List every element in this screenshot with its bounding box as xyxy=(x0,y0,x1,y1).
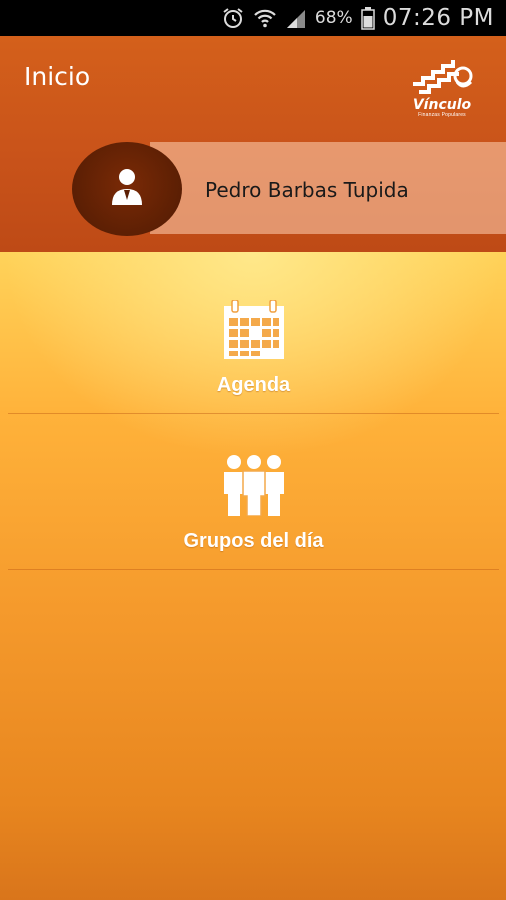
group-icon xyxy=(223,454,285,516)
calendar-icon xyxy=(223,298,285,360)
avatar[interactable] xyxy=(72,142,182,236)
alarm-icon xyxy=(221,6,245,30)
wifi-icon xyxy=(253,7,277,29)
battery-icon xyxy=(360,6,375,30)
logo-tagline: Finanzas Populares xyxy=(418,112,466,118)
status-bar: 68% 07:26 PM xyxy=(0,0,506,36)
app-logo: Vínculo Finanzas Populares xyxy=(406,54,478,124)
menu-item-label: Grupos del día xyxy=(183,530,324,552)
menu-item-grupos[interactable]: Grupos del día xyxy=(8,414,499,570)
page-title: Inicio xyxy=(24,62,91,91)
battery-percent: 68% xyxy=(314,8,353,28)
app-header: Inicio Vínculo Finanzas Populares Pedro … xyxy=(0,36,506,252)
user-name: Pedro Barbas Tupida xyxy=(205,178,409,202)
user-icon xyxy=(109,167,145,212)
menu-item-label: Agenda xyxy=(216,374,291,396)
clock: 07:26 PM xyxy=(382,5,494,31)
menu-item-agenda[interactable]: Agenda xyxy=(8,252,499,414)
logo-name: Vínculo xyxy=(412,97,472,113)
signal-icon xyxy=(285,8,307,28)
